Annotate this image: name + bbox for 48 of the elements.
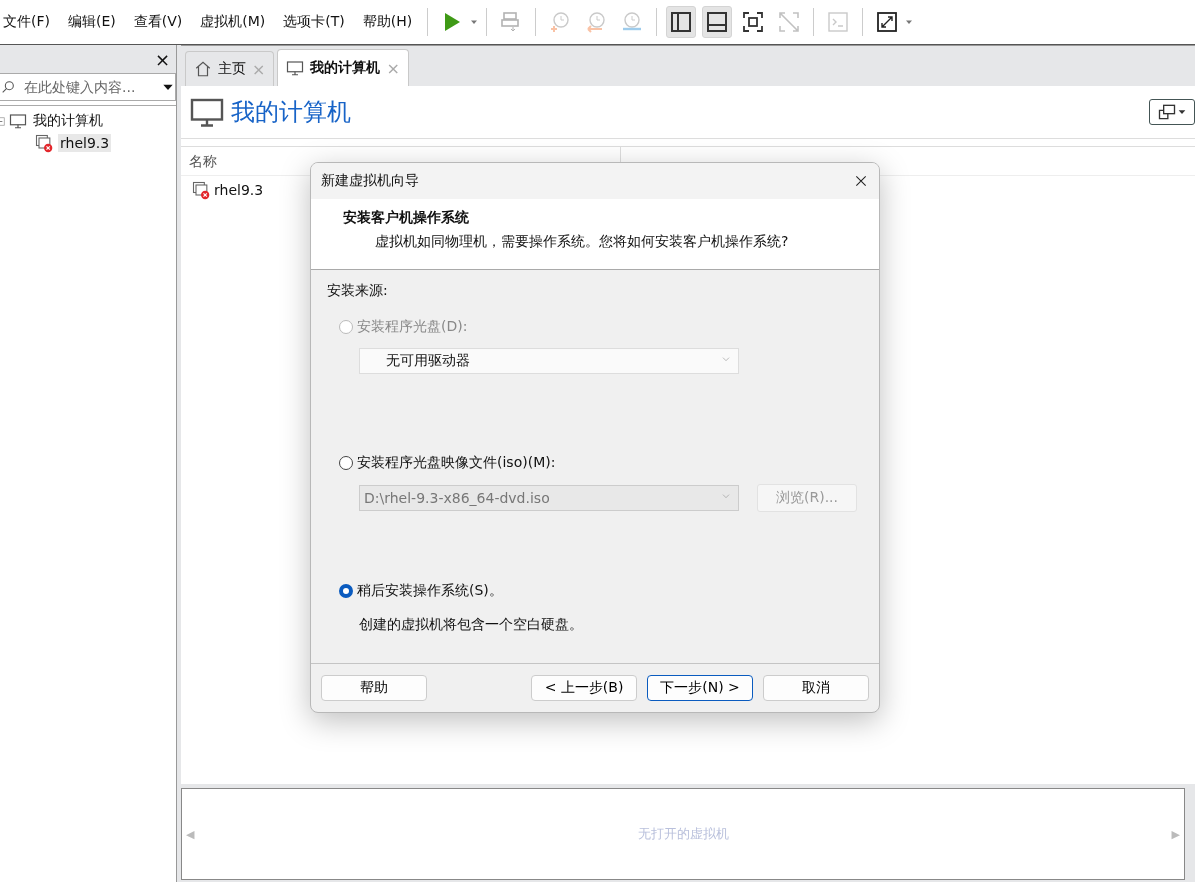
- dialog-button[interactable]: 下一步(N) >: [647, 675, 753, 701]
- close-icon: [853, 173, 869, 189]
- unity-icon: [777, 10, 802, 34]
- toolbar-button[interactable]: [666, 6, 697, 38]
- page-title: 我的计算机: [231, 97, 351, 128]
- menu-item[interactable]: 帮助(H): [353, 13, 422, 31]
- option-description: 创建的虚拟机将包含一个空白硬盘。: [359, 616, 584, 634]
- menu-item[interactable]: 选项卡(T): [274, 13, 354, 31]
- section-label: 安装来源:: [327, 282, 389, 300]
- option-label: 稍后安装操作系统(S)。: [357, 582, 503, 600]
- vm-icon: [191, 180, 211, 200]
- windows-icon: [1157, 102, 1177, 122]
- option-label: 安装程序光盘映像文件(iso)(M):: [357, 454, 556, 472]
- empty-message: 无打开的虚拟机: [637, 825, 729, 843]
- caret-icon: [1177, 107, 1187, 117]
- computer-icon: [9, 112, 27, 130]
- tab[interactable]: 主页 ×: [185, 51, 275, 86]
- thumbnail-bar-icon: [705, 10, 730, 34]
- menu-item[interactable]: 查看(V): [124, 13, 192, 31]
- tab[interactable]: 我的计算机 ×: [277, 49, 409, 86]
- menu-item[interactable]: 虚拟机(M): [191, 13, 275, 31]
- search-field[interactable]: 在此处键入内容...: [0, 73, 176, 101]
- vm-icon: [34, 133, 54, 153]
- menu-item[interactable]: 编辑(E): [59, 13, 125, 31]
- stretch-icon: [875, 10, 900, 34]
- table-cell: rhel9.3: [214, 182, 264, 198]
- dialog-button[interactable]: 取消: [763, 675, 869, 701]
- home-icon: [194, 60, 212, 78]
- computer-icon: [286, 59, 305, 77]
- option-label: 安装程序光盘(D):: [357, 318, 468, 336]
- fullscreen-icon: [741, 10, 766, 34]
- dialog-button[interactable]: 帮助: [321, 675, 427, 701]
- menu-item[interactable]: 文件(F): [0, 13, 59, 31]
- toolbar-button[interactable]: [702, 6, 733, 38]
- dialog-button[interactable]: < 上一步(B): [531, 675, 637, 701]
- radio-button[interactable]: [339, 456, 353, 470]
- dialog-title: 新建虚拟机向导: [321, 172, 419, 190]
- radio-button[interactable]: [339, 584, 353, 598]
- close-button[interactable]: ×: [154, 48, 170, 70]
- sidebar-icon: [669, 10, 694, 34]
- dialog-heading: 安装客户机操作系统: [343, 209, 470, 227]
- tree-item[interactable]: 我的计算机: [31, 111, 105, 131]
- search-icon: [0, 79, 16, 95]
- dropdown-field[interactable]: D:\rhel-9.3-x86_64-dvd.iso: [359, 485, 739, 511]
- view-button[interactable]: [1149, 99, 1195, 125]
- dialog-subheading: 虚拟机如同物理机，需要操作系统。您将如何安装客户机操作系统?: [374, 233, 790, 251]
- console-icon: [826, 10, 851, 34]
- tree-item[interactable]: rhel9.3: [58, 134, 112, 152]
